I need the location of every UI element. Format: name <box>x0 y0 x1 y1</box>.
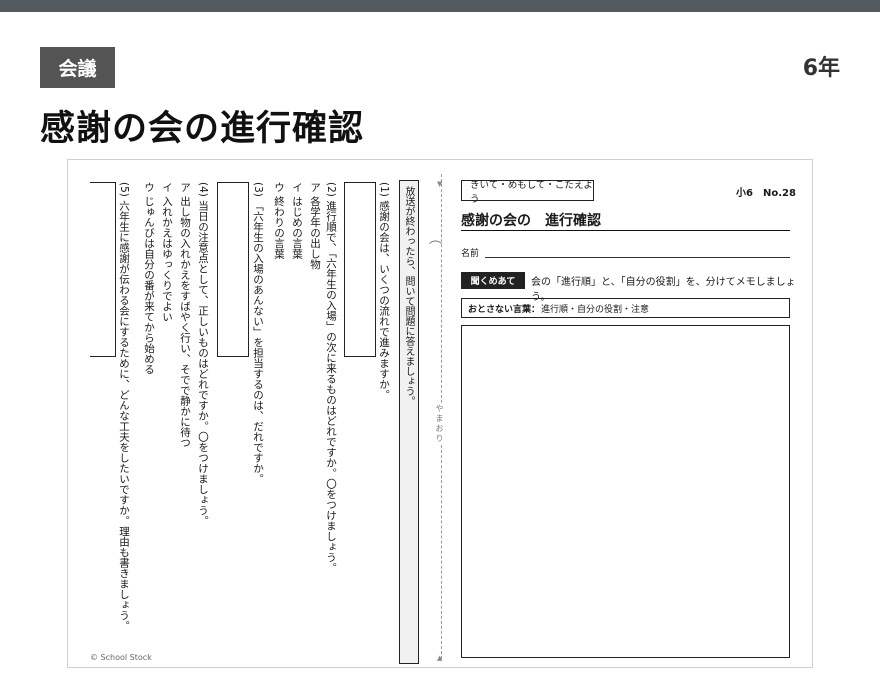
instruction-text: 放送が終わったら、問いて問題に答えましょう。 <box>403 186 414 406</box>
title-rule <box>461 230 790 231</box>
q4-option-u: ウ じゅんびは自分の番が来てから始める <box>143 182 155 375</box>
slide-card: 会議 6年 感謝の会の進行確認 (1) 感謝の会は、いくつの流れで進みますか。 … <box>0 12 880 700</box>
name-label: 名前 <box>461 249 480 259</box>
q4-option-a: ア 出し物の入れかえをすばやく行い、そでで静かに待つ <box>179 182 191 448</box>
fold-label: やまおり <box>434 404 445 444</box>
fold-arrow-bottom: ▲ <box>437 654 443 662</box>
key-words-box: おとさない言葉： 進行順・自分の役割・注意 <box>461 298 790 318</box>
q3-answer-box <box>217 182 249 357</box>
question-3: (3) 「六年生の入場のあんない」を担当するのは、だれですか。 <box>252 182 264 484</box>
question-5: (5) 六年生に感謝が伝わる会にするために、どんな工夫をしたいですか。理由も書き… <box>118 182 130 631</box>
q4-option-i: イ 入れかえはゆっくりでよい <box>161 182 173 322</box>
listening-goal-badge: 聞くめあて <box>461 272 525 289</box>
page-title: 感謝の会の進行確認 <box>40 109 365 149</box>
category-tag: 会議 <box>40 47 115 88</box>
question-1: (1) 感謝の会は、いくつの流れで進みますか。 <box>378 182 390 400</box>
worksheet-series-label: きいて・めもして・こたえよう <box>461 180 594 205</box>
q1-answer-box <box>344 182 376 357</box>
key-words-label: おとさない言葉： <box>468 304 541 315</box>
question-4: (4) 当日の注意点として、正しいものはどれですか。〇をつけましょう。 <box>197 182 209 526</box>
worksheet-title: 感謝の会の 進行確認 <box>461 213 601 229</box>
worksheet-preview: (1) 感謝の会は、いくつの流れで進みますか。 (2) 進行順で、「六年生の入場… <box>67 159 813 668</box>
key-words-text: 進行順・自分の役割・注意 <box>541 304 650 315</box>
copyright-text: © School Stock <box>90 653 152 662</box>
name-line <box>485 257 790 258</box>
memo-area <box>461 325 790 658</box>
question-2: (2) 進行順で、「六年生の入場」の次に来るものはどれですか。〇をつけましょう。 <box>325 182 337 573</box>
q2-option-u: ウ 終わりの言葉 <box>273 182 285 259</box>
q2-option-i: イ はじめの言葉 <box>291 182 303 259</box>
q5-answer-box <box>90 182 116 357</box>
fold-arrow-top: ▼ <box>437 180 443 188</box>
fold-mountain-icon: ⌒ <box>429 241 443 256</box>
worksheet-number: 小6 No.28 <box>736 188 796 199</box>
q2-option-a: ア 各学年の出し物 <box>309 182 321 270</box>
top-bar <box>0 0 880 12</box>
grade-label: 6年 <box>802 56 840 81</box>
